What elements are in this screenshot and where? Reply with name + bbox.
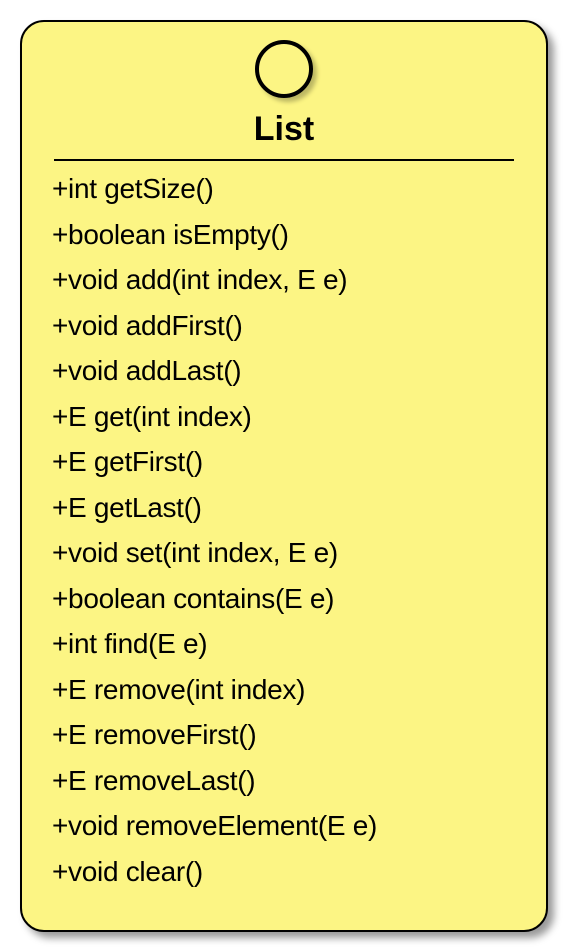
method-line: +E removeFirst()	[52, 721, 516, 749]
method-line: +void clear()	[52, 858, 516, 886]
uml-header: List	[22, 22, 546, 159]
uml-interface-box: List +int getSize() +boolean isEmpty() +…	[20, 20, 548, 932]
method-line: +E getLast()	[52, 494, 516, 522]
method-line: +int find(E e)	[52, 630, 516, 658]
method-line: +E get(int index)	[52, 403, 516, 431]
method-line: +void removeElement(E e)	[52, 812, 516, 840]
interface-name: List	[254, 110, 314, 149]
method-line: +E remove(int index)	[52, 676, 516, 704]
method-line: +void set(int index, E e)	[52, 539, 516, 567]
uml-methods-section: +int getSize() +boolean isEmpty() +void …	[22, 161, 546, 903]
method-line: +boolean contains(E e)	[52, 585, 516, 613]
method-line: +boolean isEmpty()	[52, 221, 516, 249]
method-line: +E getFirst()	[52, 448, 516, 476]
method-line: +void addLast()	[52, 357, 516, 385]
method-line: +E removeLast()	[52, 767, 516, 795]
method-line: +int getSize()	[52, 175, 516, 203]
interface-circle-icon	[255, 40, 313, 98]
method-line: +void addFirst()	[52, 312, 516, 340]
method-line: +void add(int index, E e)	[52, 266, 516, 294]
